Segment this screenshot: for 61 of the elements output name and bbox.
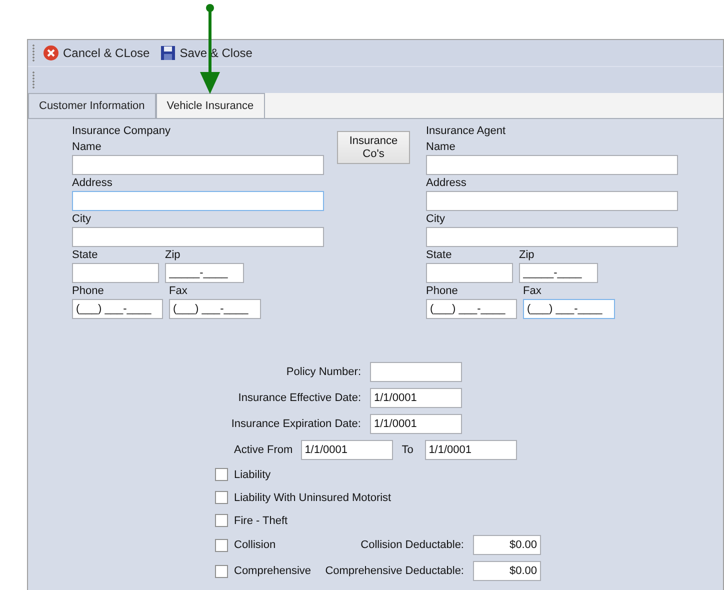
- input-field[interactable]: [72, 155, 324, 175]
- field-label: Zip: [519, 248, 536, 263]
- input-field[interactable]: [72, 227, 324, 247]
- grip-icon[interactable]: [32, 71, 35, 89]
- checkbox[interactable]: [215, 514, 228, 527]
- input-field[interactable]: 1/1/0001: [370, 414, 462, 434]
- field-label: Name: [72, 140, 102, 155]
- input-field[interactable]: (___) ___-____: [523, 299, 615, 319]
- input-field[interactable]: 1/1/0001: [370, 388, 462, 408]
- field-label: Active From: [234, 444, 293, 456]
- input-field[interactable]: [426, 191, 678, 211]
- input-field[interactable]: (___) ___-____: [72, 299, 163, 319]
- field-label: Collision Deductable:: [360, 539, 464, 551]
- checkbox[interactable]: [215, 468, 228, 481]
- input-field[interactable]: $0.00: [473, 535, 541, 555]
- field-label: Name: [426, 140, 456, 155]
- field-label: Comprehensive Deductable:: [324, 565, 464, 577]
- checkbox[interactable]: [215, 564, 228, 578]
- input-field[interactable]: _____-____: [165, 263, 244, 283]
- checkbox-label: Comprehensive: [234, 565, 312, 577]
- checkbox[interactable]: [215, 491, 228, 504]
- field-label: To: [402, 444, 414, 456]
- tab[interactable]: Customer Information: [28, 93, 156, 118]
- input-field[interactable]: [426, 155, 678, 175]
- checkbox-label: Liability: [234, 468, 271, 480]
- field-label: Zip: [165, 248, 182, 263]
- cancel-button[interactable]: Cancel & CLose: [41, 45, 152, 61]
- input-field[interactable]: 1/1/0001: [424, 440, 517, 460]
- checkbox-label: Fire - Theft: [234, 514, 288, 526]
- input-field[interactable]: (___) ___-____: [426, 299, 517, 319]
- input-field[interactable]: 1/1/0001: [300, 440, 393, 460]
- field-label: City: [72, 212, 92, 227]
- field-label: Fax: [523, 284, 542, 299]
- field-label: Insurance Expiration Date:: [230, 418, 361, 430]
- input-field[interactable]: _____-____: [519, 263, 598, 283]
- group-title: Insurance Company: [72, 124, 172, 139]
- input-field[interactable]: $0.00: [473, 561, 541, 581]
- checkbox-label: Collision: [234, 539, 277, 551]
- field-label: Phone: [72, 284, 105, 299]
- tab[interactable]: Vehicle Insurance: [156, 93, 265, 118]
- input-field[interactable]: (___) ___-____: [169, 299, 261, 319]
- field-label: City: [426, 212, 446, 227]
- field-label: Address: [72, 176, 114, 191]
- grip-icon[interactable]: [32, 44, 35, 62]
- group-title: Insurance Agent: [426, 124, 507, 139]
- input-field[interactable]: [72, 191, 324, 211]
- input-field[interactable]: [72, 263, 159, 283]
- input-field[interactable]: [426, 227, 678, 247]
- insurance-companies-button[interactable]: Insurance Co's: [337, 131, 410, 164]
- field-label: Insurance Effective Date:: [237, 392, 361, 404]
- field-label: Fax: [169, 284, 188, 299]
- checkbox[interactable]: [215, 538, 228, 552]
- field-label: Policy Number:: [285, 366, 361, 378]
- input-field[interactable]: [426, 263, 513, 283]
- field-label: Phone: [426, 284, 459, 299]
- checkbox-label: Liability With Uninsured Motorist: [234, 492, 392, 504]
- field-label: Address: [426, 176, 468, 191]
- field-label: State: [426, 248, 453, 263]
- input-field[interactable]: [370, 362, 462, 382]
- field-label: State: [72, 248, 99, 263]
- close-icon: [43, 45, 59, 61]
